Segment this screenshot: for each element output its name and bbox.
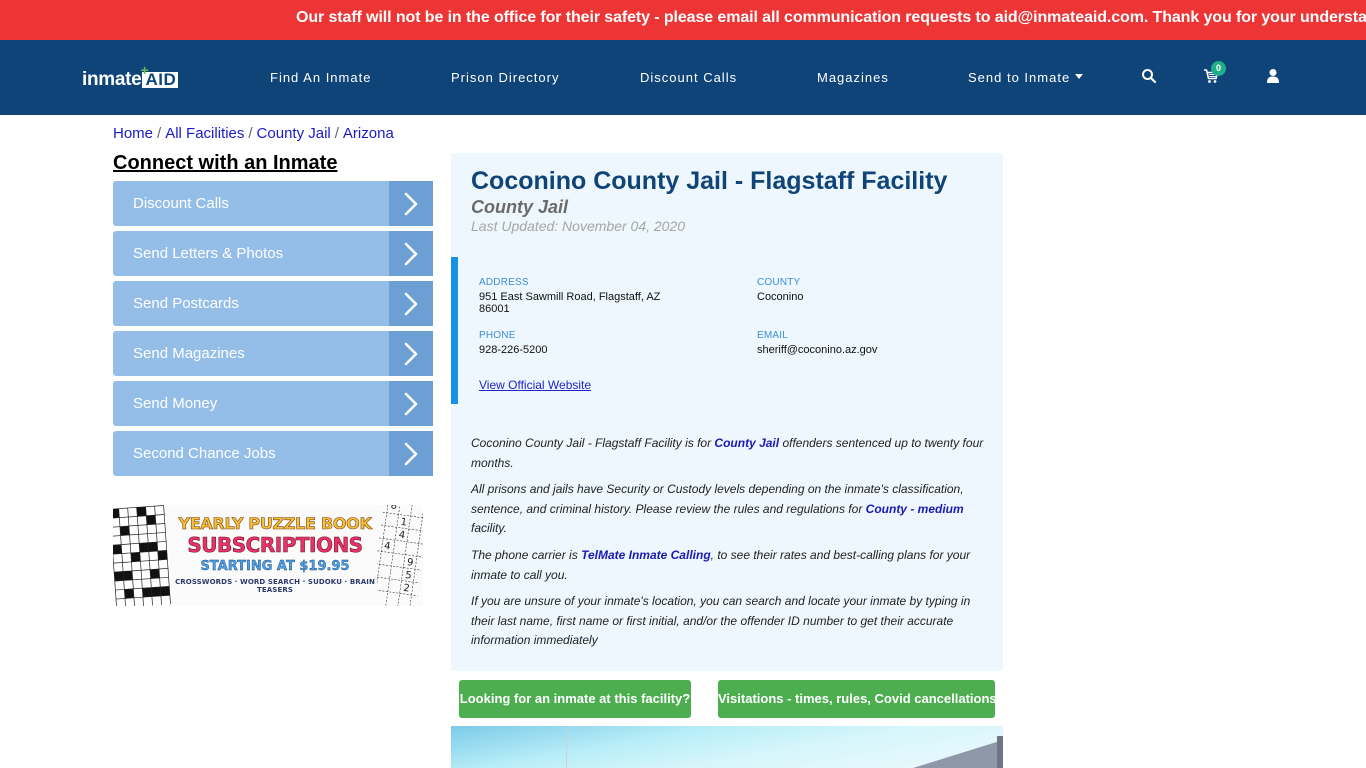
breadcrumb-separator: / [334, 125, 339, 142]
sudoku-grid-graphic: 8 1 4 4 9 5 2 [377, 505, 423, 606]
sudoku-digit: 5 [404, 570, 412, 582]
chevron-right-icon [389, 231, 433, 276]
logo-text-inmate: inmate [82, 69, 142, 90]
description-paragraph-4: If you are unsure of your inmate's locat… [471, 594, 971, 647]
phone-label: PHONE [479, 330, 516, 341]
nav-send-to-inmate-label: Send to Inmate [968, 70, 1071, 85]
visitations-button[interactable]: Visitations - times, rules, Covid cancel… [718, 680, 997, 718]
chevron-right-icon [389, 381, 433, 426]
top-navbar: inmate + AID Find An Inmate Prison Direc… [0, 40, 1366, 115]
sidebar-item-discount-calls[interactable]: Discount Calls [113, 181, 433, 226]
find-inmate-at-facility-button[interactable]: Looking for an inmate at this facility? [459, 680, 691, 718]
breadcrumb: Home / All Facilities / County Jail / Arizona [113, 125, 394, 142]
sidebar-heading: Connect with an Inmate [113, 152, 338, 174]
security-level-link[interactable]: County - medium [866, 502, 964, 516]
nav-find-inmate[interactable]: Find An Inmate [270, 70, 371, 85]
photo-building-detail [913, 740, 1003, 768]
breadcrumb-separator: / [157, 125, 162, 142]
ad-subscriptions-text: SUBSCRIPTIONS [187, 533, 363, 558]
sidebar-item-label: Second Chance Jobs [133, 445, 276, 462]
cart-count-badge: 0 [1211, 61, 1226, 76]
sidebar-item-send-magazines[interactable]: Send Magazines [113, 331, 433, 376]
facility-info-box: ADDRESS 951 East Sawmill Road, Flagstaff… [451, 257, 1003, 404]
county-jail-link[interactable]: County Jail [714, 436, 779, 450]
breadcrumb-separator: / [248, 125, 253, 142]
caret-down-icon [1075, 74, 1084, 80]
puzzle-book-ad-banner[interactable]: YEARLY PUZZLE BOOK SUBSCRIPTIONS STARTIN… [113, 505, 423, 606]
email-label: EMAIL [757, 330, 789, 341]
facility-panel: Coconino County Jail - Flagstaff Facilit… [451, 153, 1003, 671]
email-value: sheriff@coconino.az.gov [757, 344, 878, 356]
sidebar-item-label: Send Magazines [133, 345, 245, 362]
description-paragraph-3: The phone carrier is TelMate Inmate Call… [471, 546, 991, 585]
logo-plus-icon: + [140, 62, 150, 78]
address-line1: 951 East Sawmill Road, Flagstaff, AZ [479, 291, 661, 303]
facility-type: County Jail [471, 197, 569, 217]
description-paragraph-2: All prisons and jails have Security or C… [471, 480, 991, 539]
chevron-right-icon [389, 431, 433, 476]
photo-pole-detail [566, 728, 567, 768]
county-label: COUNTY [757, 277, 801, 288]
sidebar-item-label: Discount Calls [133, 195, 229, 212]
sudoku-digit: 1 [400, 517, 408, 529]
logo-aid-label: AID [145, 70, 177, 89]
search-icon[interactable] [1141, 68, 1157, 86]
sidebar-item-second-chance-jobs[interactable]: Second Chance Jobs [113, 431, 433, 476]
desc-text: Coconino County Jail - Flagstaff Facilit… [471, 436, 715, 450]
sidebar-item-send-letters-photos[interactable]: Send Letters & Photos [113, 231, 433, 276]
nav-discount-calls[interactable]: Discount Calls [640, 70, 737, 85]
facility-photo [451, 726, 1003, 768]
description-paragraph-1: Coconino County Jail - Flagstaff Facilit… [471, 434, 991, 473]
nav-send-to-inmate[interactable]: Send to Inmate [968, 70, 1084, 85]
sidebar-item-label: Send Postcards [133, 295, 239, 312]
breadcrumb-arizona[interactable]: Arizona [343, 125, 394, 142]
sidebar-item-label: Send Money [133, 395, 218, 412]
chevron-right-icon [389, 331, 433, 376]
sudoku-digit: 4 [398, 530, 406, 542]
county-value: Coconino [757, 291, 804, 303]
address-line2: 86001 [479, 303, 510, 315]
sudoku-digit: 8 [390, 505, 398, 512]
desc-text: facility. [471, 521, 507, 535]
ad-categories-text: CROSSWORDS · WORD SEARCH · SUDOKU · BRAI… [175, 578, 375, 594]
sudoku-digit: 9 [406, 557, 414, 569]
photo-building-detail [997, 736, 1003, 768]
chevron-right-icon [389, 281, 433, 326]
breadcrumb-all-facilities[interactable]: All Facilities [165, 125, 244, 142]
sudoku-digit: 2 [403, 583, 411, 595]
site-logo[interactable]: inmate + AID [82, 63, 179, 90]
facility-title: Coconino County Jail - Flagstaff Facilit… [471, 167, 948, 195]
breadcrumb-county-jail[interactable]: County Jail [257, 125, 331, 142]
official-website-link[interactable]: View Official Website [479, 378, 591, 392]
nav-magazines[interactable]: Magazines [817, 70, 889, 85]
sudoku-digit: 4 [383, 541, 391, 553]
alert-text: Our staff will not be in the office for … [296, 9, 1366, 26]
chevron-right-icon [389, 181, 433, 226]
last-updated: Last Updated: November 04, 2020 [471, 218, 686, 234]
desc-text: The phone carrier is [471, 548, 582, 562]
address-label: ADDRESS [479, 277, 529, 288]
ad-price-text: STARTING AT $19.95 [200, 559, 350, 574]
ad-headline: YEARLY PUZZLE BOOK [178, 514, 372, 534]
sidebar-item-send-postcards[interactable]: Send Postcards [113, 281, 433, 326]
logo-text-aid: + AID [140, 63, 179, 89]
phone-value: 928-226-5200 [479, 344, 548, 356]
nav-prison-directory[interactable]: Prison Directory [451, 70, 559, 85]
user-icon[interactable] [1265, 68, 1281, 86]
phone-carrier-link[interactable]: TelMate Inmate Calling [581, 548, 711, 562]
breadcrumb-home[interactable]: Home [113, 125, 153, 142]
sidebar-menu: Discount Calls Send Letters & Photos Sen… [113, 181, 433, 481]
sidebar-item-label: Send Letters & Photos [133, 245, 284, 262]
alert-banner: Our staff will not be in the office for … [0, 0, 1366, 40]
sidebar-item-send-money[interactable]: Send Money [113, 381, 433, 426]
